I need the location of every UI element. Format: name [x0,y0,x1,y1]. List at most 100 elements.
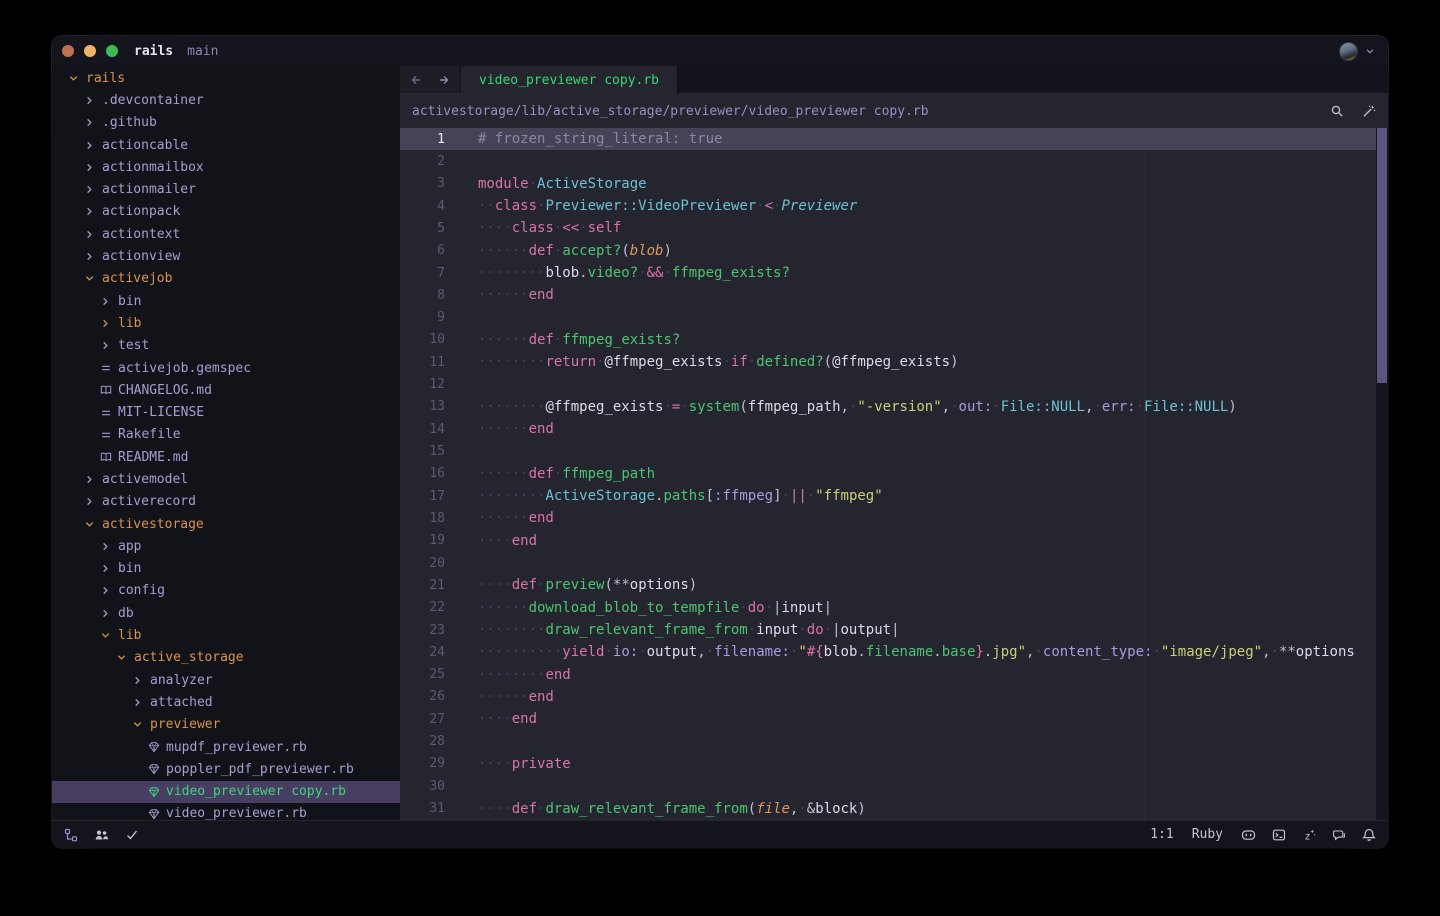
editor-toolbar: activestorage/lib/active_storage/preview… [400,94,1388,128]
cursor-position[interactable]: 1:1 [1150,827,1173,842]
tree-folder-app[interactable]: app [52,535,400,557]
code-line-13[interactable]: 13········@ffmpeg_exists·=·system(ffmpeg… [400,396,1388,418]
code-line-15[interactable]: 15 [400,440,1388,462]
code-line-12[interactable]: 12 [400,373,1388,395]
code-line-18[interactable]: 18······end [400,507,1388,529]
tree-file-video-previewer-copy-rb[interactable]: video_previewer copy.rb [52,781,400,803]
tree-folder-active-storage[interactable]: active_storage [52,647,400,669]
code-line-3[interactable]: 3module·ActiveStorage [400,173,1388,195]
tree-folder-rails[interactable]: rails [52,67,400,89]
magic-wand-icon[interactable] [1362,104,1376,118]
project-name[interactable]: rails [134,44,173,59]
tree-folder--github[interactable]: .github [52,112,400,134]
search-icon[interactable] [1330,104,1344,118]
code-line-1[interactable]: 1#·frozen_string_literal:·true [400,128,1388,150]
tree-folder-config[interactable]: config [52,580,400,602]
tree-file-video-previewer-rb[interactable]: video_previewer.rb [52,803,400,820]
bell-icon[interactable] [1362,828,1376,842]
tree-file-rakefile[interactable]: Rakefile [52,424,400,446]
code-line-17[interactable]: 17········ActiveStorage.paths[:ffmpeg]·|… [400,485,1388,507]
tree-folder-lib[interactable]: lib [52,624,400,646]
git-branch-label[interactable]: main [187,44,218,59]
code-line-28[interactable]: 28 [400,730,1388,752]
code-text: ······end [445,689,554,705]
code-line-20[interactable]: 20 [400,552,1388,574]
terminal-icon[interactable] [1272,828,1286,842]
tree-folder-attached[interactable]: attached [52,691,400,713]
language-selector[interactable]: Ruby [1192,827,1223,842]
tree-folder-actioncable[interactable]: actioncable [52,134,400,156]
chevron-right-icon [82,227,97,241]
code-line-19[interactable]: 19····end [400,530,1388,552]
tree-folder-actiontext[interactable]: actiontext [52,223,400,245]
tree-file-mit-license[interactable]: MIT-LICENSE [52,401,400,423]
code-line-29[interactable]: 29····private [400,753,1388,775]
line-number: 12 [400,377,445,392]
code-line-14[interactable]: 14······end [400,418,1388,440]
navigate-forward-button[interactable] [437,73,451,87]
tree-folder-previewer[interactable]: previewer [52,714,400,736]
scrollbar-thumb[interactable] [1377,128,1387,383]
code-line-27[interactable]: 27····end [400,708,1388,730]
tree-folder--devcontainer[interactable]: .devcontainer [52,89,400,111]
code-line-24[interactable]: 24··········yield·io:·output,·filename:·… [400,641,1388,663]
code-line-25[interactable]: 25········end [400,664,1388,686]
project-panel-icon[interactable] [64,828,78,842]
code-line-8[interactable]: 8······end [400,284,1388,306]
tree-folder-activejob[interactable]: activejob [52,268,400,290]
code-line-11[interactable]: 11········return·@ffmpeg_exists·if·defin… [400,351,1388,373]
tab-video-previewer-copy[interactable]: video_previewer copy.rb [461,66,678,94]
code-line-21[interactable]: 21····def·preview(**options) [400,574,1388,596]
code-line-16[interactable]: 16······def·ffmpeg_path [400,463,1388,485]
code-line-5[interactable]: 5····class·<<·self [400,217,1388,239]
tree-folder-activestorage[interactable]: activestorage [52,513,400,535]
tree-folder-actionview[interactable]: actionview [52,245,400,267]
tree-item-label: previewer [150,717,220,732]
tree-folder-bin[interactable]: bin [52,290,400,312]
tree-item-label: mupdf_previewer.rb [166,740,307,755]
code-line-30[interactable]: 30 [400,775,1388,797]
tree-folder-actionmailbox[interactable]: actionmailbox [52,156,400,178]
chat-icon[interactable] [1332,828,1346,842]
tree-folder-bin[interactable]: bin [52,558,400,580]
code-line-23[interactable]: 23········draw_relevant_frame_from·input… [400,619,1388,641]
tree-file-mupdf-previewer-rb[interactable]: mupdf_previewer.rb [52,736,400,758]
tree-file-activejob-gemspec[interactable]: activejob.gemspec [52,357,400,379]
book-file-icon [98,450,113,464]
zoom-window-button[interactable] [106,45,118,57]
tree-folder-activemodel[interactable]: activemodel [52,468,400,490]
code-line-9[interactable]: 9 [400,307,1388,329]
tree-folder-activerecord[interactable]: activerecord [52,491,400,513]
tree-file-readme-md[interactable]: README.md [52,446,400,468]
editor-scrollbar[interactable] [1376,128,1388,820]
tree-file-changelog-md[interactable]: CHANGELOG.md [52,379,400,401]
code-line-26[interactable]: 26······end [400,686,1388,708]
tree-folder-lib[interactable]: lib [52,312,400,334]
minimize-window-button[interactable] [84,45,96,57]
tree-folder-analyzer[interactable]: analyzer [52,669,400,691]
diagnostics-check-icon[interactable] [125,828,139,842]
copilot-icon[interactable] [1241,828,1256,842]
chevron-down-icon[interactable] [1364,45,1376,57]
tree-folder-actionpack[interactable]: actionpack [52,201,400,223]
chevron-right-icon [130,673,145,687]
zed-assistant-icon[interactable]: z [1302,828,1316,842]
code-line-2[interactable]: 2 [400,150,1388,172]
breadcrumb[interactable]: activestorage/lib/active_storage/preview… [412,104,929,119]
close-window-button[interactable] [62,45,74,57]
tree-folder-test[interactable]: test [52,335,400,357]
avatar[interactable] [1339,42,1358,61]
chevron-right-icon [82,116,97,130]
tree-file-poppler-pdf-previewer-rb[interactable]: poppler_pdf_previewer.rb [52,758,400,780]
code-line-31[interactable]: 31····def·draw_relevant_frame_from(file,… [400,797,1388,819]
code-line-6[interactable]: 6······def·accept?(blob) [400,240,1388,262]
collaboration-icon[interactable] [94,828,109,842]
code-line-10[interactable]: 10······def·ffmpeg_exists? [400,329,1388,351]
code-line-22[interactable]: 22······download_blob_to_tempfile·do·|in… [400,597,1388,619]
code-line-4[interactable]: 4··class·Previewer::VideoPreviewer·<·Pre… [400,195,1388,217]
code-editor[interactable]: 1#·frozen_string_literal:·true23module·A… [400,128,1388,820]
navigate-back-button[interactable] [409,73,423,87]
tree-folder-db[interactable]: db [52,602,400,624]
tree-folder-actionmailer[interactable]: actionmailer [52,178,400,200]
code-line-7[interactable]: 7········blob.video?·&&·ffmpeg_exists? [400,262,1388,284]
